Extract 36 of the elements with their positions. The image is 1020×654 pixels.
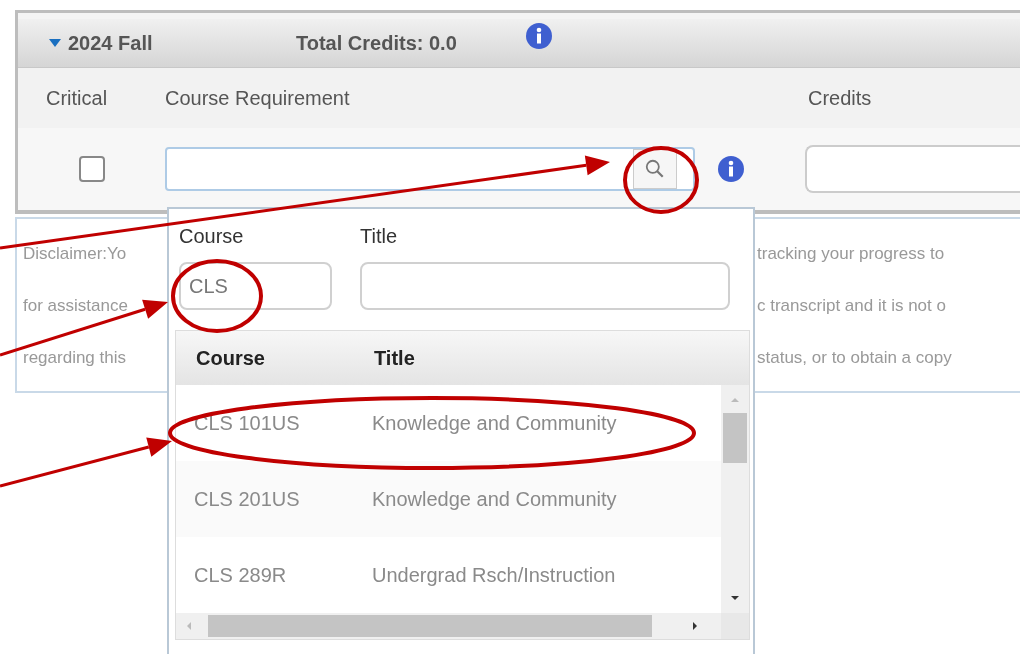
course-title: Undergrad Rsch/Instruction	[372, 563, 617, 587]
checkbox[interactable]	[78, 156, 105, 182]
column-header: Course	[196, 346, 266, 370]
filter-field[interactable]: CLS	[179, 262, 332, 310]
course-title: Knowledge and Community	[372, 487, 618, 511]
total-credits: Total Credits: 0.0	[296, 31, 457, 55]
filter-label: Title	[360, 225, 399, 248]
course-code: CLS 201US	[194, 487, 301, 511]
credits-field[interactable]	[805, 145, 1020, 193]
disclaimer-text: Disclaimer:Yo	[23, 244, 127, 264]
filter-label: Course	[179, 225, 245, 248]
course-code: CLS 289R	[194, 563, 288, 587]
column-header: Critical	[45, 86, 109, 110]
disclaimer-text: status, or to obtain a copy	[757, 348, 952, 368]
scroll-thumb[interactable]	[723, 413, 747, 463]
disclaimer-text: tracking your progress to	[757, 244, 945, 264]
scroll-down-icon[interactable]	[730, 595, 740, 601]
scroll-thumb[interactable]	[208, 615, 652, 637]
course-title: Knowledge and Community	[372, 411, 618, 435]
search-button[interactable]	[633, 149, 677, 189]
term-name[interactable]: 2024 Fall	[68, 31, 153, 55]
column-header: Course Requirement	[165, 86, 351, 110]
course-requirement-field[interactable]	[165, 147, 695, 191]
info-icon[interactable]	[717, 155, 745, 183]
horizontal-scrollbar[interactable]	[176, 613, 749, 639]
info-icon[interactable]	[524, 22, 553, 50]
disclaimer-text: c transcript and it is not o	[757, 296, 946, 316]
scroll-right-icon[interactable]	[692, 621, 698, 631]
vertical-scrollbar[interactable]	[721, 385, 749, 613]
filter-field[interactable]	[360, 262, 730, 310]
search-icon	[644, 158, 666, 180]
column-header: Credits	[808, 86, 873, 110]
column-header: Title	[374, 346, 416, 370]
disclaimer-text: for assistance	[23, 296, 128, 316]
result-row[interactable]: CLS 201US Knowledge and Community	[176, 461, 721, 537]
disclaimer-text: regarding this	[23, 348, 126, 368]
